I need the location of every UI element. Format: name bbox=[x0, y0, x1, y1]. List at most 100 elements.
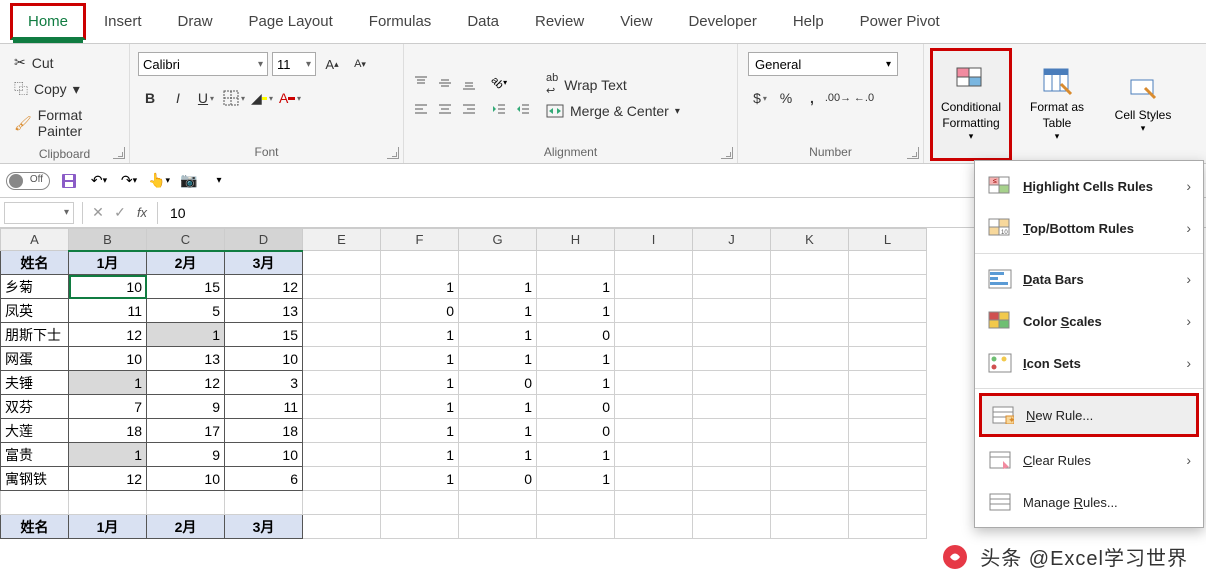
tab-data[interactable]: Data bbox=[449, 3, 517, 40]
cell[interactable] bbox=[615, 347, 693, 371]
cf-highlight-cells[interactable]: ≤ Highlight Cells Rules › bbox=[975, 165, 1203, 207]
cell[interactable]: 11 bbox=[225, 395, 303, 419]
cell[interactable]: 15 bbox=[225, 323, 303, 347]
cell[interactable] bbox=[537, 491, 615, 515]
col-header-K[interactable]: K bbox=[771, 229, 849, 251]
cell[interactable] bbox=[693, 371, 771, 395]
camera-button[interactable]: 📷 bbox=[178, 170, 200, 192]
increase-indent-button[interactable] bbox=[512, 98, 534, 120]
col-header-J[interactable]: J bbox=[693, 229, 771, 251]
qat-more-button[interactable]: ▾ bbox=[208, 170, 230, 192]
cell[interactable]: 1 bbox=[459, 275, 537, 299]
tab-draw[interactable]: Draw bbox=[160, 3, 231, 40]
cell[interactable]: 6 bbox=[225, 467, 303, 491]
cell[interactable] bbox=[381, 491, 459, 515]
cell[interactable]: 1 bbox=[537, 443, 615, 467]
cell[interactable]: 12 bbox=[69, 323, 147, 347]
number-launcher[interactable] bbox=[907, 147, 919, 159]
cell[interactable] bbox=[303, 371, 381, 395]
align-middle-button[interactable] bbox=[434, 72, 456, 94]
cell[interactable] bbox=[693, 515, 771, 539]
cell[interactable] bbox=[849, 323, 927, 347]
bold-button[interactable]: B bbox=[138, 86, 162, 110]
cell[interactable] bbox=[615, 395, 693, 419]
align-right-button[interactable] bbox=[458, 98, 480, 120]
alignment-launcher[interactable] bbox=[721, 147, 733, 159]
cf-new-rule[interactable]: ✦ New Rule... bbox=[979, 393, 1199, 437]
cell[interactable] bbox=[693, 419, 771, 443]
col-header-F[interactable]: F bbox=[381, 229, 459, 251]
col-header-A[interactable]: A bbox=[1, 229, 69, 251]
clipboard-launcher[interactable] bbox=[113, 147, 125, 159]
cell[interactable] bbox=[303, 323, 381, 347]
cell[interactable] bbox=[459, 251, 537, 275]
cell[interactable]: 3月 bbox=[225, 251, 303, 275]
cell[interactable] bbox=[303, 347, 381, 371]
cell[interactable]: 1月 bbox=[69, 515, 147, 539]
comma-button[interactable]: , bbox=[800, 86, 824, 110]
cell[interactable] bbox=[849, 467, 927, 491]
cell[interactable] bbox=[615, 443, 693, 467]
orientation-button[interactable]: ab▾ bbox=[488, 72, 510, 94]
align-left-button[interactable] bbox=[410, 98, 432, 120]
cell[interactable] bbox=[849, 443, 927, 467]
align-bottom-button[interactable] bbox=[458, 72, 480, 94]
cell[interactable]: 1 bbox=[381, 467, 459, 491]
cell[interactable] bbox=[537, 251, 615, 275]
cell[interactable] bbox=[693, 275, 771, 299]
cell[interactable] bbox=[693, 251, 771, 275]
cell[interactable]: 0 bbox=[537, 395, 615, 419]
font-color-button[interactable]: A ▾ bbox=[278, 86, 302, 110]
cell[interactable] bbox=[693, 443, 771, 467]
cell[interactable] bbox=[615, 491, 693, 515]
cell[interactable]: 1 bbox=[537, 371, 615, 395]
cell[interactable]: 2月 bbox=[147, 515, 225, 539]
cell[interactable] bbox=[303, 299, 381, 323]
font-launcher[interactable] bbox=[387, 147, 399, 159]
cell[interactable]: 12 bbox=[225, 275, 303, 299]
cell[interactable] bbox=[693, 323, 771, 347]
merge-center-button[interactable]: Merge & Center ▾ bbox=[546, 103, 680, 119]
cell[interactable]: 10 bbox=[225, 347, 303, 371]
cell[interactable] bbox=[693, 395, 771, 419]
tab-developer[interactable]: Developer bbox=[670, 3, 774, 40]
font-name-combo[interactable]: Calibri ▾ bbox=[138, 52, 268, 76]
cell[interactable]: 1月 bbox=[69, 251, 147, 275]
format-painter-button[interactable]: 🖌 Format Painter bbox=[10, 105, 119, 141]
cell[interactable] bbox=[459, 491, 537, 515]
cell[interactable] bbox=[537, 515, 615, 539]
cf-icon-sets[interactable]: Icon Sets › bbox=[975, 342, 1203, 384]
cell[interactable] bbox=[771, 395, 849, 419]
cell[interactable]: 1 bbox=[147, 323, 225, 347]
cell[interactable]: 2月 bbox=[147, 251, 225, 275]
cell[interactable]: 双芬 bbox=[1, 395, 69, 419]
cell[interactable] bbox=[225, 491, 303, 515]
cell[interactable]: 3月 bbox=[225, 515, 303, 539]
number-format-combo[interactable]: General ▾ bbox=[748, 52, 898, 76]
cell-styles-button[interactable]: Cell Styles ▾ bbox=[1102, 48, 1184, 161]
touch-mode-button[interactable]: 👆▾ bbox=[148, 170, 170, 192]
wrap-text-button[interactable]: ab↩ Wrap Text bbox=[546, 72, 680, 97]
cell[interactable] bbox=[381, 515, 459, 539]
col-header-D[interactable]: D bbox=[225, 229, 303, 251]
cell[interactable] bbox=[459, 515, 537, 539]
cell[interactable]: 寓钢铁 bbox=[1, 467, 69, 491]
tab-power-pivot[interactable]: Power Pivot bbox=[842, 3, 958, 40]
cell[interactable]: 1 bbox=[537, 275, 615, 299]
cell[interactable] bbox=[849, 395, 927, 419]
cell[interactable] bbox=[771, 275, 849, 299]
cell[interactable]: 0 bbox=[459, 467, 537, 491]
font-size-combo[interactable]: 11 ▾ bbox=[272, 52, 316, 76]
cell[interactable] bbox=[771, 515, 849, 539]
decrease-indent-button[interactable] bbox=[488, 98, 510, 120]
cell[interactable] bbox=[693, 299, 771, 323]
cell[interactable]: 1 bbox=[381, 347, 459, 371]
col-header-E[interactable]: E bbox=[303, 229, 381, 251]
redo-button[interactable]: ↷▾ bbox=[118, 170, 140, 192]
cell[interactable]: 11 bbox=[69, 299, 147, 323]
cell[interactable]: 13 bbox=[225, 299, 303, 323]
cell[interactable]: 富贵 bbox=[1, 443, 69, 467]
cell[interactable] bbox=[615, 515, 693, 539]
tab-formulas[interactable]: Formulas bbox=[351, 3, 450, 40]
conditional-formatting-button[interactable]: Conditional Formatting ▾ bbox=[930, 48, 1012, 161]
